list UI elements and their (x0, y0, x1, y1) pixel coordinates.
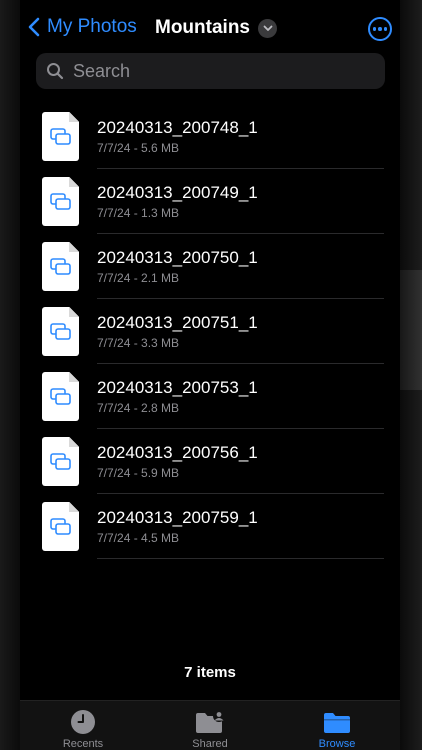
file-corner-fold (69, 177, 79, 187)
browse-panel: My Photos Mountains Search 20240313_2007… (20, 0, 400, 750)
file-row[interactable]: 20240313_200749_1 7/7/24 - 1.3 MB (20, 169, 400, 234)
tab-label: Shared (192, 738, 228, 750)
file-name: 20240313_200751_1 (97, 313, 258, 332)
clock-icon (71, 710, 95, 734)
file-row[interactable]: 20240313_200756_1 7/7/24 - 5.9 MB (20, 429, 400, 494)
file-corner-fold (69, 242, 79, 252)
shared-folder-icon (196, 710, 225, 733)
tab-bar: Recents Shared Browse (20, 700, 400, 750)
file-name: 20240313_200759_1 (97, 508, 258, 527)
navigation-bar: My Photos Mountains (20, 0, 400, 58)
tab-label: Browse (318, 738, 356, 750)
files-app-screen: My Photos Mountains Search 20240313_2007… (0, 0, 422, 750)
file-meta: 7/7/24 - 5.9 MB (97, 466, 180, 480)
file-row[interactable]: 20240313_200753_1 7/7/24 - 2.8 MB (20, 364, 400, 429)
chevron-left-icon (28, 17, 40, 37)
search-bar[interactable] (36, 53, 385, 89)
file-meta: 7/7/24 - 3.3 MB (97, 336, 180, 350)
file-corner-fold (69, 112, 79, 122)
background-edge-left (0, 0, 20, 750)
back-button[interactable]: My Photos (28, 16, 137, 38)
file-name: 20240313_200753_1 (97, 378, 258, 397)
file-row[interactable]: 20240313_200748_1 7/7/24 - 5.6 MB (20, 104, 400, 169)
file-meta: 7/7/24 - 2.1 MB (97, 271, 180, 285)
ellipsis-dot (378, 27, 382, 31)
search-icon (47, 63, 64, 80)
file-name: 20240313_200750_1 (97, 248, 258, 267)
ellipsis-dot (383, 27, 388, 31)
file-corner-fold (69, 307, 79, 317)
file-corner-fold (69, 372, 79, 382)
more-options-button[interactable] (368, 17, 392, 41)
row-divider (97, 558, 384, 559)
folder-title-menu[interactable]: Mountains (155, 17, 277, 39)
file-name: 20240313_200749_1 (97, 183, 258, 202)
file-name: 20240313_200748_1 (97, 118, 258, 137)
file-row[interactable]: 20240313_200751_1 7/7/24 - 3.3 MB (20, 299, 400, 364)
tab-browse[interactable]: Browse (292, 709, 382, 750)
folder-icon (324, 713, 350, 733)
background-edge-right (400, 0, 422, 750)
chevron-down-icon (258, 18, 277, 38)
search-input[interactable] (71, 59, 371, 83)
file-corner-fold (69, 437, 79, 447)
items-count: 7 items (184, 664, 236, 681)
file-row[interactable]: 20240313_200750_1 7/7/24 - 2.1 MB (20, 234, 400, 299)
file-corner-fold (69, 502, 79, 512)
file-name: 20240313_200756_1 (97, 443, 258, 462)
file-meta: 7/7/24 - 4.5 MB (97, 531, 180, 545)
tab-recents[interactable]: Recents (38, 709, 128, 750)
back-button-label: My Photos (47, 16, 137, 37)
file-meta: 7/7/24 - 5.6 MB (97, 141, 180, 155)
file-meta: 7/7/24 - 2.8 MB (97, 401, 180, 415)
file-list: 20240313_200748_1 7/7/24 - 5.6 MB 202403… (20, 104, 400, 559)
tab-label: Recents (62, 738, 104, 750)
ellipsis-dot (372, 27, 377, 31)
file-meta: 7/7/24 - 1.3 MB (97, 206, 180, 220)
page-title: Mountains (155, 17, 250, 38)
tab-shared[interactable]: Shared (165, 709, 255, 750)
file-row[interactable]: 20240313_200759_1 7/7/24 - 4.5 MB (20, 494, 400, 559)
